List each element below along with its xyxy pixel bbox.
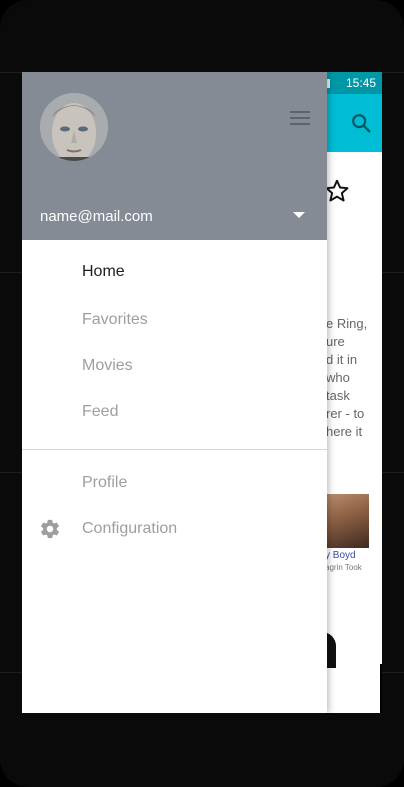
navigation-drawer: name@mail.com Home Favorites Movies Feed…	[22, 72, 327, 713]
description-line: here it	[326, 424, 363, 439]
device-frame: 15:45 e Ring, ure d it in who task rer -…	[0, 0, 404, 787]
background-edge	[380, 664, 382, 713]
description-line: e Ring,	[326, 316, 368, 331]
account-email[interactable]: name@mail.com	[40, 208, 153, 225]
star-icon[interactable]	[324, 178, 350, 204]
chevron-down-icon[interactable]	[292, 211, 306, 219]
actor-name[interactable]: y Boyd	[325, 550, 356, 561]
nav-item-feed[interactable]: Feed	[22, 389, 327, 435]
menu-icon[interactable]	[289, 109, 311, 127]
nav-item-configuration[interactable]: Configuration	[22, 506, 327, 552]
description-line: d it in	[326, 352, 358, 367]
background-description: e Ring, ure d it in who task rer - to he…	[326, 315, 382, 441]
screen: 15:45 e Ring, ure d it in who task rer -…	[22, 72, 382, 713]
gear-icon	[41, 519, 59, 539]
description-line: who	[326, 370, 350, 385]
nav-item-home[interactable]: Home	[22, 249, 327, 295]
nav-item-label: Favorites	[82, 311, 148, 328]
nav-item-label: Movies	[82, 357, 133, 374]
avatar-image	[40, 93, 108, 161]
description-line: ure	[326, 334, 345, 349]
nav-item-label: Home	[82, 263, 125, 280]
nav-item-favorites[interactable]: Favorites	[22, 297, 327, 343]
description-line: rer - to	[326, 406, 365, 421]
drawer-divider	[22, 449, 327, 450]
description-line: task	[326, 388, 350, 403]
nav-item-label: Configuration	[82, 520, 178, 537]
status-time: 15:45	[345, 76, 376, 90]
actor-photo[interactable]	[325, 494, 369, 548]
nav-item-label: Profile	[82, 474, 128, 491]
search-icon[interactable]	[350, 112, 372, 134]
avatar[interactable]	[40, 93, 108, 161]
nav-item-movies[interactable]: Movies	[22, 343, 327, 389]
actor-role: agrin Took	[325, 563, 362, 572]
drawer-header: name@mail.com	[22, 72, 327, 240]
nav-item-profile[interactable]: Profile	[22, 460, 327, 506]
nav-item-label: Feed	[82, 403, 119, 420]
